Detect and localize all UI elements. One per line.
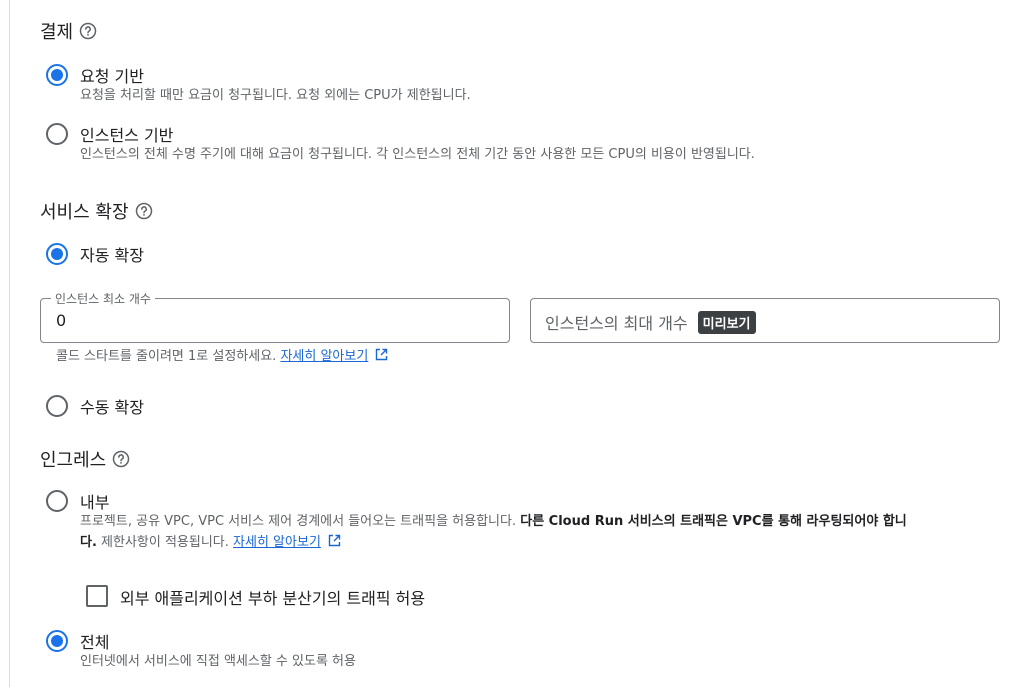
ingress-internal-desc-bold: 다른 Cloud Run 서비스의 트래픽은 VPC를 통해 라우팅되어야 합니: [520, 514, 907, 529]
lb-traffic-label: 외부 애플리케이션 부하 분산기의 트래픽 허용: [120, 589, 426, 608]
billing-title: 결제: [40, 22, 74, 43]
billing-instance-radio[interactable]: [46, 123, 68, 145]
min-instances-input[interactable]: 인스턴스 최소 개수 0: [40, 290, 510, 343]
billing-request-radio[interactable]: [46, 64, 68, 86]
learn-more-link[interactable]: 자세히 알아보기: [280, 349, 368, 364]
open-in-new-icon[interactable]: [375, 347, 388, 361]
ingress-all-desc: 인터넷에서 서비스에 직접 액세스할 수 있도록 허용: [80, 654, 356, 669]
help-icon[interactable]: [79, 22, 97, 40]
scaling-auto-radio[interactable]: [46, 243, 68, 265]
preview-badge: 미리보기: [697, 310, 756, 334]
ingress-internal-radio[interactable]: [46, 490, 68, 512]
min-instances-value[interactable]: 0: [56, 311, 66, 330]
billing-section-title: 결제: [40, 18, 97, 44]
ingress-all-label: 전체: [80, 633, 110, 652]
ingress-internal-desc-text: 프로젝트, 공유 VPC, VPC 서비스 제어 경계에서 들어오는 트래픽을 …: [80, 514, 521, 529]
help-icon[interactable]: [112, 450, 130, 468]
scaling-title: 서비스 확장: [40, 202, 129, 223]
open-in-new-icon[interactable]: [328, 533, 341, 547]
scaling-manual-radio[interactable]: [46, 395, 68, 417]
ingress-title: 인그레스: [40, 450, 107, 471]
help-icon[interactable]: [135, 202, 153, 220]
ingress-internal-desc-limits: 제한사항이 적용됩니다.: [96, 535, 229, 550]
billing-request-desc: 요청을 처리할 때만 요금이 청구됩니다. 요청 외에는 CPU가 제한됩니다.: [80, 88, 471, 103]
max-instances-placeholder: 인스턴스의 최대 개수: [545, 314, 688, 333]
billing-request-label: 요청 기반: [80, 67, 144, 86]
ingress-internal-desc-line2: 다. 제한사항이 적용됩니다. 자세히 알아보기: [80, 532, 341, 554]
ingress-internal-desc-line1: 프로젝트, 공유 VPC, VPC 서비스 제어 경계에서 들어오는 트래픽을 …: [80, 511, 907, 533]
ingress-all-radio[interactable]: [46, 630, 68, 652]
cold-start-hint: 콜드 스타트를 줄이려면 1로 설정하세요. 자세히 알아보기: [56, 346, 388, 368]
ingress-internal-label: 내부: [80, 493, 110, 512]
lb-traffic-checkbox[interactable]: [86, 585, 108, 607]
scaling-manual-label: 수동 확장: [80, 398, 144, 417]
scaling-auto-label: 자동 확장: [80, 246, 144, 265]
left-divider: [9, 0, 10, 687]
max-instances-input[interactable]: 인스턴스의 최대 개수 미리보기: [530, 298, 1000, 343]
scaling-section-title: 서비스 확장: [40, 198, 153, 224]
ingress-internal-desc-bold-end: 다.: [80, 535, 97, 550]
learn-more-link[interactable]: 자세히 알아보기: [233, 535, 321, 550]
min-instances-label: 인스턴스 최소 개수: [51, 290, 155, 307]
billing-instance-label: 인스턴스 기반: [80, 126, 174, 145]
cold-start-hint-text: 콜드 스타트를 줄이려면 1로 설정하세요.: [56, 349, 277, 364]
billing-instance-desc: 인스턴스의 전체 수명 주기에 대해 요금이 청구됩니다. 각 인스턴스의 전체…: [80, 147, 755, 162]
ingress-section-title: 인그레스: [40, 446, 130, 472]
